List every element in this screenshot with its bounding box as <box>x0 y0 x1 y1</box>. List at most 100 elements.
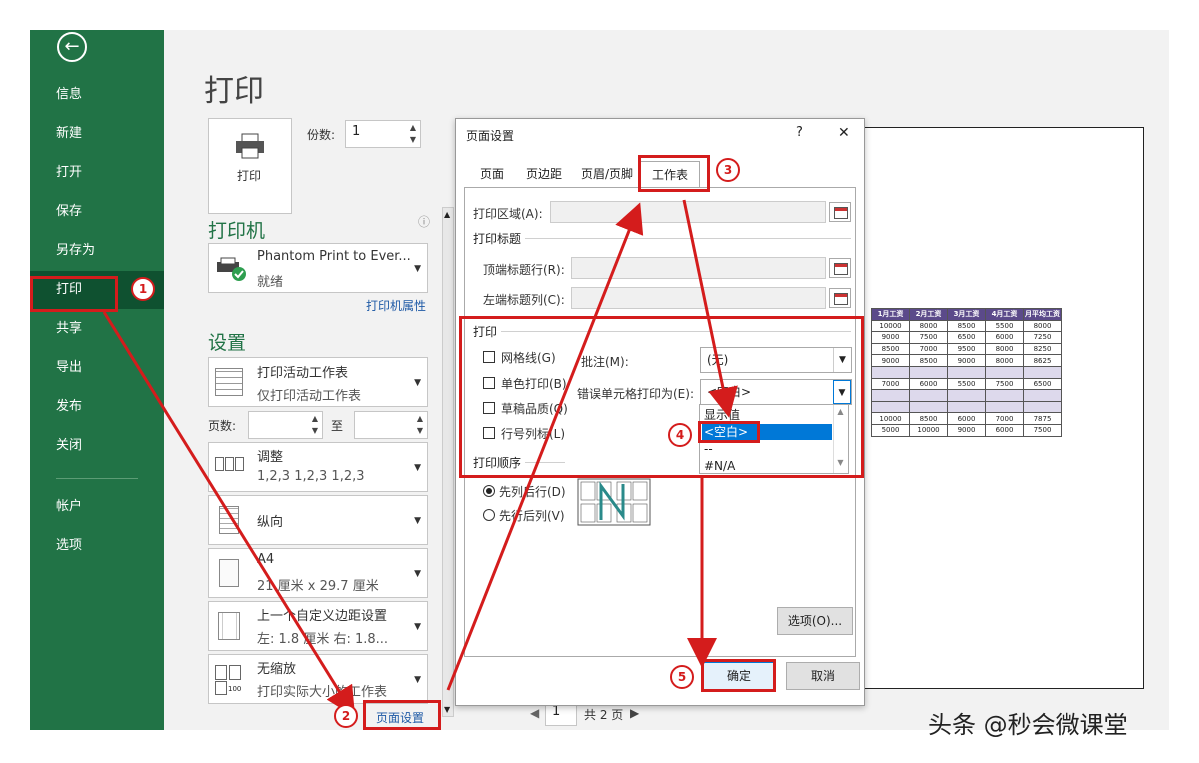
left-cols-field[interactable] <box>571 287 826 309</box>
step-badge-5: 5 <box>670 665 694 689</box>
tab-page[interactable]: 页面 <box>470 161 514 187</box>
preview-cell: 8250 <box>1023 342 1062 356</box>
preview-cell: 6000 <box>985 423 1024 437</box>
paper-sub: 21 厘米 x 29.7 厘米 <box>257 579 379 594</box>
info-icon[interactable]: ⓘ <box>418 213 430 230</box>
preview-cell <box>947 365 986 379</box>
pages-label: 页数: <box>208 419 237 433</box>
printer-properties-link[interactable]: 打印机属性 <box>366 297 426 314</box>
nav-info[interactable]: 信息 <box>30 76 164 114</box>
range-select-icon[interactable] <box>829 202 851 222</box>
preview-cell: 5500 <box>985 319 1024 333</box>
help-icon[interactable]: ? <box>796 125 803 140</box>
nav-open[interactable]: 打开 <box>30 154 164 192</box>
collate-dropdown[interactable]: 调整 1,2,3 1,2,3 1,2,3 ▼ <box>208 442 428 492</box>
spin-down-icon[interactable]: ▼ <box>312 426 318 435</box>
next-page-icon[interactable]: ▶ <box>630 706 639 720</box>
page-total: 共 2 页 <box>584 708 624 722</box>
copies-spinner[interactable]: 1 ▲ ▼ <box>345 120 421 148</box>
collate-title: 调整 <box>257 450 284 465</box>
portrait-icon <box>219 506 239 534</box>
print-scope-dropdown[interactable]: 打印活动工作表 仅打印活动工作表 ▼ <box>208 357 428 407</box>
preview-cell: 6000 <box>947 412 986 425</box>
preview-cell <box>1023 389 1062 402</box>
pages-from-spinner[interactable]: ▲ ▼ <box>248 411 323 439</box>
top-rows-field[interactable] <box>571 257 826 279</box>
top-rows-label: 顶端标题行(R): <box>483 263 565 277</box>
close-icon[interactable]: ✕ <box>838 125 850 141</box>
preview-cell: 9000 <box>947 354 986 367</box>
paper-size-dropdown[interactable]: A4 21 厘米 x 29.7 厘米 ▼ <box>208 548 428 598</box>
margins-dropdown[interactable]: 上一个自定义边距设置 左: 1.8 厘米 右: 1.8... ▼ <box>208 601 428 651</box>
preview-header-cell: 3月工资 <box>947 308 986 321</box>
pages-to-spinner[interactable]: ▲ ▼ <box>354 411 428 439</box>
nav-account[interactable]: 帐户 <box>30 488 164 526</box>
nav-share[interactable]: 共享 <box>30 310 164 348</box>
arrow-left-circle-icon[interactable]: ← <box>57 32 87 62</box>
spin-up-icon[interactable]: ▲ <box>417 414 423 423</box>
tab-margins[interactable]: 页边距 <box>518 161 570 187</box>
nav-options[interactable]: 选项 <box>30 527 164 565</box>
preview-cell <box>985 365 1024 379</box>
scroll-up-icon[interactable]: ▲ <box>444 210 450 219</box>
preview-cell: 7875 <box>1023 412 1062 425</box>
spin-up-icon[interactable]: ▲ <box>312 414 318 423</box>
scroll-down-icon[interactable]: ▼ <box>444 705 450 714</box>
print-area-label: 打印区域(A): <box>473 207 543 221</box>
printer-dropdown[interactable]: Phantom Print to Ever... 就绪 ▼ <box>208 243 428 293</box>
nav-publish[interactable]: 发布 <box>30 388 164 426</box>
print-button-label: 打印 <box>237 169 262 183</box>
preview-cell: 10000 <box>909 423 948 437</box>
print-titles-group: 打印标题 <box>473 232 522 246</box>
chevron-down-icon: ▼ <box>414 378 421 388</box>
preview-cell <box>1023 365 1062 379</box>
cancel-button[interactable]: 取消 <box>786 662 860 690</box>
print-area-field[interactable] <box>550 201 826 223</box>
spin-up-icon[interactable]: ▲ <box>410 123 416 132</box>
order-down-label: 先列后行(D) <box>499 485 566 499</box>
nav-save[interactable]: 保存 <box>30 193 164 231</box>
preview-row: 8500 7000 9500 8000 8250 <box>871 342 1062 356</box>
step-badge-4: 4 <box>668 423 692 447</box>
printer-heading: 打印机 <box>208 220 266 242</box>
spin-down-icon[interactable]: ▼ <box>410 135 416 144</box>
nav-new[interactable]: 新建 <box>30 115 164 153</box>
preview-row: 10000 8000 8500 5500 8000 <box>871 319 1062 333</box>
tab-header-footer[interactable]: 页眉/页脚 <box>574 161 640 187</box>
dialog-title: 页面设置 <box>466 129 515 143</box>
scaling-dropdown[interactable]: 100 无缩放 打印实际大小的工作表 ▼ <box>208 654 428 704</box>
preview-cell: 6000 <box>985 331 1024 344</box>
chevron-down-icon: ▼ <box>414 516 421 526</box>
settings-scrollbar[interactable]: ▲ ▼ <box>442 207 454 717</box>
preview-cell: 10000 <box>871 412 910 425</box>
order-down-radio[interactable] <box>483 485 495 497</box>
nav-save-as[interactable]: 另存为 <box>30 232 164 270</box>
spin-down-icon[interactable]: ▼ <box>417 426 423 435</box>
preview-cell: 9000 <box>871 354 910 367</box>
watermark: 头条 @秒会微课堂 <box>928 711 1128 739</box>
preview-cell: 7000 <box>985 412 1024 425</box>
prev-page-icon[interactable]: ◀ <box>530 706 539 720</box>
range-select-icon[interactable] <box>829 288 851 308</box>
preview-cell: 8000 <box>985 354 1024 367</box>
preview-cell: 6000 <box>909 377 948 391</box>
printer-icon <box>236 133 264 159</box>
margins-sub: 左: 1.8 厘米 右: 1.8... <box>257 632 389 647</box>
sheet-icon <box>215 368 243 396</box>
highlight-page-setup <box>363 700 441 730</box>
preview-cell: 7250 <box>1023 331 1062 344</box>
nav-close[interactable]: 关闭 <box>30 427 164 465</box>
print-button[interactable]: 打印 <box>208 118 292 214</box>
preview-cell <box>947 389 986 402</box>
preview-row: 7000 6000 5500 7500 6500 <box>871 377 1062 391</box>
preview-cell <box>985 389 1024 402</box>
order-over-radio[interactable] <box>483 509 495 521</box>
options-button[interactable]: 选项(O)... <box>777 607 853 635</box>
highlight-sheet-tab <box>638 155 710 192</box>
preview-cell: 9000 <box>871 331 910 344</box>
nav-export[interactable]: 导出 <box>30 349 164 387</box>
preview-cell: 8000 <box>985 342 1024 356</box>
orientation-dropdown[interactable]: 纵向 ▼ <box>208 495 428 545</box>
pages-to-label: 至 <box>331 419 344 433</box>
range-select-icon[interactable] <box>829 258 851 278</box>
